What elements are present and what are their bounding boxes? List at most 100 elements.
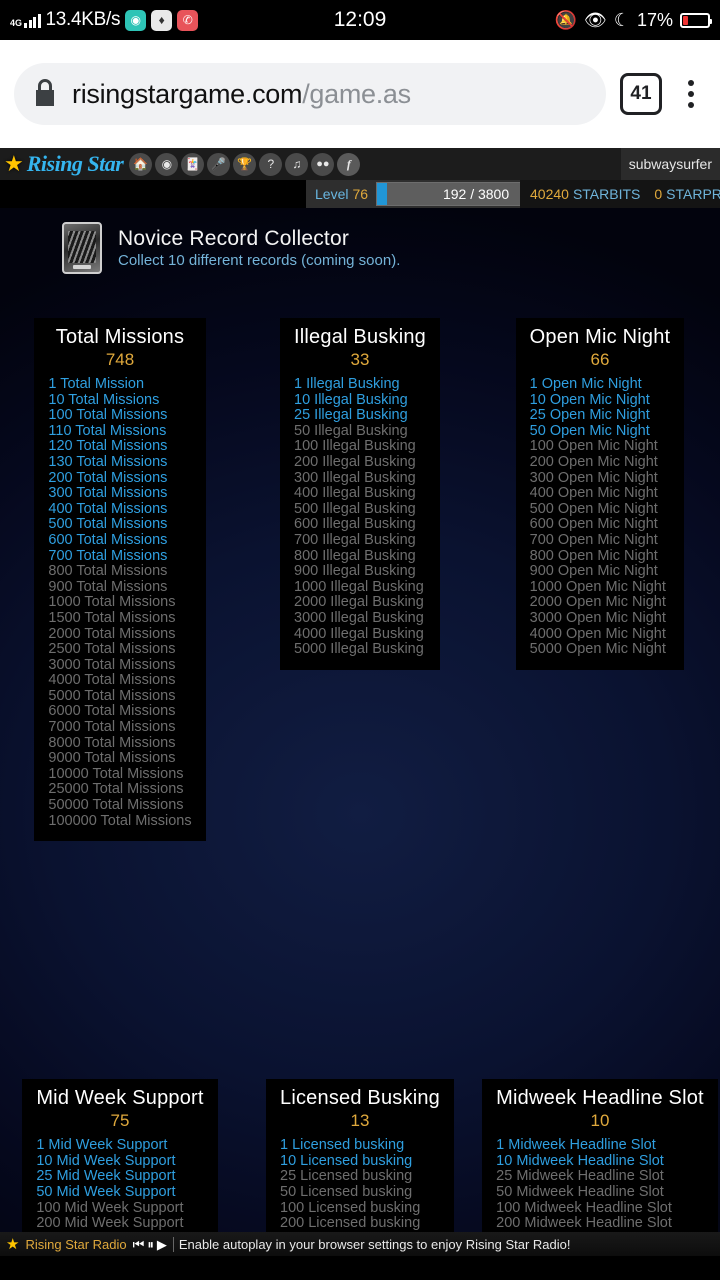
achievement-text: Novice Record Collector Collect 10 diffe… xyxy=(118,227,400,269)
panel-title: Midweek Headline Slot xyxy=(496,1087,704,1110)
brand-logo[interactable]: ★ Rising Star xyxy=(4,151,129,177)
achievement-item: 700 Illegal Busking xyxy=(294,531,416,548)
achievement-item: 100 Total Missions xyxy=(48,407,168,424)
achievement-panel: Midweek Headline Slot 10 1 Midweek Headlin… xyxy=(480,1067,720,1256)
achievement-item: 200 Open Mic Night xyxy=(529,453,658,470)
achievement-item: 9000 Total Missions xyxy=(48,750,176,767)
panel-count: 748 xyxy=(105,350,135,369)
achievement-item: 600 Total Missions xyxy=(48,531,168,548)
achievement-item: 10 Illegal Busking xyxy=(294,391,408,408)
achievement-item: 7000 Total Missions xyxy=(48,719,176,736)
achievement-item: 300 Total Missions xyxy=(48,485,168,502)
achievement-item: 4000 Illegal Busking xyxy=(294,625,424,642)
android-status-bar: 4G 13.4KB/s ◉ ♦ ✆ 12:09 🔕 👁 ☾ 17% xyxy=(0,0,720,40)
eye-care-icon: 👁 xyxy=(583,9,607,30)
panel-count: 13 xyxy=(350,1111,370,1131)
achievement-item: 1 Total Mission xyxy=(48,376,145,392)
achievement-item: 6000 Total Missions xyxy=(48,703,176,720)
help-icon[interactable]: ? xyxy=(259,152,283,176)
achievement-item: 1 Mid Week Support xyxy=(36,1137,168,1154)
achievement-grid: Total Missions 748 1 Total Mission 10 Total… xyxy=(0,306,720,1256)
discord-icon[interactable]: ●● xyxy=(311,152,335,176)
achievement-item: 50 Licensed busking xyxy=(280,1184,413,1200)
username-label[interactable]: subwaysurfer xyxy=(620,148,720,180)
panel-count: 10 xyxy=(590,1111,610,1131)
achievement-subtitle: Collect 10 different records (coming soo… xyxy=(118,252,401,269)
panel-item-list: 1 Total Mission 10 Total Missions 100 Tota… xyxy=(48,376,192,829)
achievement-item: 900 Illegal Busking xyxy=(294,563,416,580)
panel-item-list: 1 Illegal Busking 10 Illegal Busking 25 Il… xyxy=(294,376,426,658)
achievement-item: 400 Illegal Busking xyxy=(294,485,416,502)
achievement-item: 25 Midweek Headline Slot xyxy=(496,1168,664,1185)
achievement-item: 200 Midweek Headline Slot xyxy=(496,1215,672,1232)
achievement-item: 25000 Total Missions xyxy=(48,781,184,798)
trophy-icon[interactable]: 🏆 xyxy=(233,152,257,176)
achievement-item: 50 Open Mic Night xyxy=(529,422,650,439)
network-speed-label: 13.4KB/s xyxy=(45,9,121,30)
achievement-item: 10000 Total Missions xyxy=(48,765,184,782)
panel-inner: Mid Week Support 75 1 Mid Week Support 10 M… xyxy=(22,1079,218,1256)
achievement-item: 1 Midweek Headline Slot xyxy=(496,1137,656,1154)
panel-inner: Illegal Busking 33 1 Illegal Busking 10 Ill… xyxy=(280,318,440,670)
achievement-item: 200 Illegal Busking xyxy=(294,453,416,470)
achievement-item: 300 Illegal Busking xyxy=(294,469,416,486)
achievement-item: 100 Mid Week Support xyxy=(36,1199,184,1216)
star-icon: ★ xyxy=(6,1236,20,1253)
panel-count: 66 xyxy=(590,350,610,369)
achievement-item: 120 Total Missions xyxy=(48,438,168,455)
achievement-item: 4000 Open Mic Night xyxy=(529,625,666,642)
achievement-item: 25 Mid Week Support xyxy=(36,1168,176,1185)
panel-inner: Midweek Headline Slot 10 1 Midweek Headlin… xyxy=(482,1079,718,1256)
prev-track-icon[interactable]: ⏮ xyxy=(133,1238,145,1251)
home-icon[interactable]: 🏠 xyxy=(129,152,153,176)
tab-counter-button[interactable]: 41 xyxy=(620,73,662,115)
level-text: Level xyxy=(315,186,349,202)
kebab-menu-icon[interactable] xyxy=(676,80,706,108)
xp-progress-fill xyxy=(377,183,387,205)
map-icon[interactable]: ◉ xyxy=(155,152,179,176)
starpro-stat: 0STARPRO xyxy=(654,186,720,202)
achievement-item: 3000 Open Mic Night xyxy=(529,609,666,626)
cards-icon[interactable]: 🃏 xyxy=(181,152,205,176)
level-value: 76 xyxy=(352,186,369,202)
achievement-item: 8000 Total Missions xyxy=(48,734,176,751)
achievement-item: 500 Total Missions xyxy=(48,516,168,533)
level-label: Level 76 xyxy=(315,186,368,202)
achievement-item: 800 Illegal Busking xyxy=(294,547,416,564)
music-icon[interactable]: ♫ xyxy=(285,152,309,176)
achievement-item: 25 Open Mic Night xyxy=(529,407,650,424)
achievement-item: 10 Mid Week Support xyxy=(36,1152,176,1169)
pgyer-icon: ♦ xyxy=(151,9,173,31)
achievement-panel: Total Missions 748 1 Total Mission 10 Total… xyxy=(0,306,240,855)
achievement-item: 5000 Total Missions xyxy=(48,687,176,704)
brand-label: Rising Star xyxy=(26,151,124,176)
radio-message: Enable autoplay in your browser settings… xyxy=(172,1236,570,1252)
url-domain: risingstargame.com xyxy=(72,78,303,109)
player-stats-bar: Level 76 192 / 3800 40240 STARBITS 0 STARPR… xyxy=(0,180,720,208)
record-card-icon xyxy=(62,222,102,274)
achievement-item: 2000 Open Mic Night xyxy=(529,594,666,611)
lock-icon xyxy=(32,77,58,112)
achievement-item: 2500 Total Missions xyxy=(48,641,176,658)
mission-icon[interactable]: 🎤 xyxy=(207,152,231,176)
pause-icon[interactable]: ⏸ xyxy=(147,1238,154,1251)
achievement-item: 2000 Illegal Busking xyxy=(294,594,424,611)
address-bar[interactable]: risingstargame.com/game.as xyxy=(14,63,606,125)
achievement-panel: Open Mic Night 66 1 Open Mic Night 10 Open … xyxy=(480,306,720,855)
achievement-item: 100000 Total Missions xyxy=(48,812,192,829)
achievement-item: 400 Open Mic Night xyxy=(529,485,658,502)
achievement-item: 110 Total Missions xyxy=(48,422,167,439)
facebook-icon[interactable]: f xyxy=(337,152,361,176)
achievement-item: 100 Midweek Headline Slot xyxy=(496,1199,672,1216)
achievement-item: 900 Open Mic Night xyxy=(529,563,658,580)
url-path: /game.as xyxy=(302,78,411,109)
achievement-item: 100 Licensed busking xyxy=(280,1199,421,1216)
achievement-item: 700 Open Mic Night xyxy=(529,531,658,548)
panel-title: Mid Week Support xyxy=(36,1087,204,1110)
starbits-label: STARBITS xyxy=(572,186,641,202)
achievement-item: 200 Mid Week Support xyxy=(36,1215,184,1232)
achievement-banner: Novice Record Collector Collect 10 diffe… xyxy=(0,208,720,284)
play-icon[interactable]: ▶ xyxy=(157,1238,167,1251)
status-right-group: 🔕 👁 ☾ 17% xyxy=(555,9,712,31)
panel-title: Total Missions xyxy=(55,326,185,348)
